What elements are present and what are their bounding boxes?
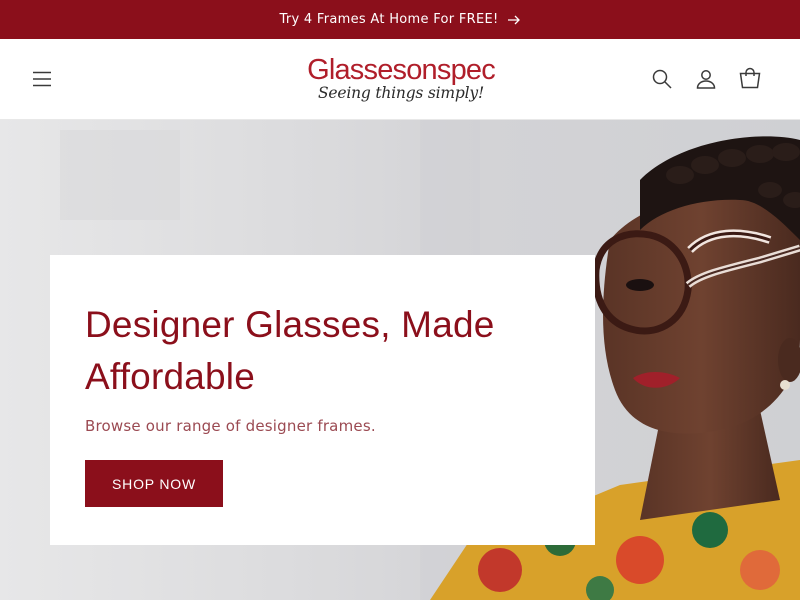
- arrow-right-icon: [507, 15, 520, 24]
- announcement-bar[interactable]: Try 4 Frames At Home For FREE!: [0, 0, 800, 39]
- search-icon[interactable]: [650, 67, 674, 91]
- site-logo[interactable]: Glassesonspec Seeing things simply!: [300, 55, 502, 105]
- site-header: Glassesonspec Seeing things simply!: [0, 39, 800, 120]
- logo-wordmark: Glassesonspec: [307, 54, 496, 86]
- hero-subtitle: Browse our range of designer frames.: [85, 417, 376, 435]
- hero-title: Designer Glasses, Made Affordable: [85, 304, 495, 397]
- logo-tagline: Seeing things simply!: [318, 84, 484, 102]
- hero-card: Designer Glasses, Made Affordable Browse…: [50, 255, 595, 545]
- hero-banner: Designer Glasses, Made Affordable Browse…: [0, 120, 800, 600]
- announcement-text: Try 4 Frames At Home For FREE!: [279, 12, 499, 27]
- account-icon[interactable]: [694, 67, 718, 91]
- cart-icon[interactable]: [738, 67, 762, 91]
- hamburger-menu-icon[interactable]: [30, 67, 54, 91]
- shop-now-button[interactable]: SHOP NOW: [85, 460, 223, 507]
